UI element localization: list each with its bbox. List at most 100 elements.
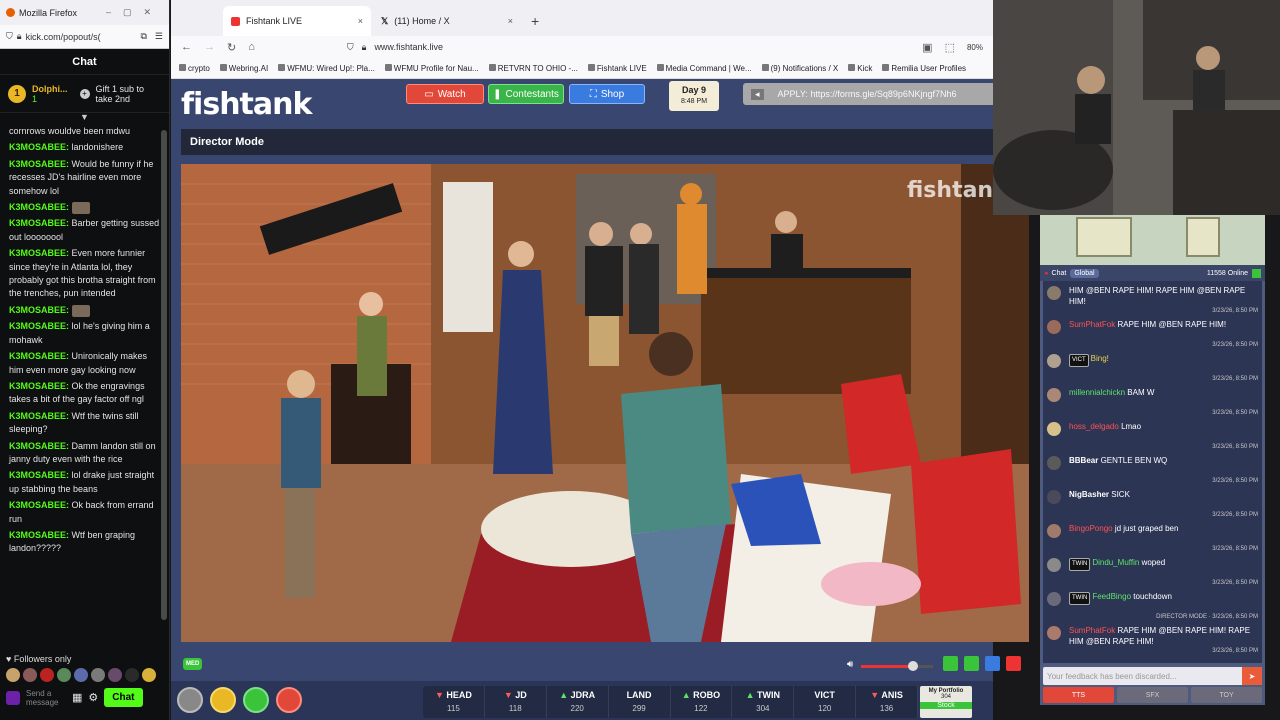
bookmark-item[interactable]: (9) Notifications / X [761,63,838,73]
emote-icon[interactable] [108,668,122,682]
send-icon[interactable]: ➤ [1242,667,1262,685]
emote-icon[interactable] [40,668,54,682]
contestant-tile-land[interactable]: LAND 299 [609,686,671,718]
message-username[interactable]: K3MOSABEE: [9,305,69,315]
back-icon[interactable]: ← [181,41,192,53]
contestant-tile-twin[interactable]: ▲ TWIN 304 [732,686,795,718]
avatar[interactable] [1047,388,1061,402]
fullscreen-icon[interactable] [985,656,1000,671]
arrow-left-icon[interactable]: ◂ [751,88,764,100]
message-username[interactable]: K3MOSABEE: [9,202,69,212]
bookmark-item[interactable]: WFMU Profile for Nau... [384,63,479,73]
missile-icon[interactable] [276,687,302,713]
mic-icon[interactable] [6,690,20,705]
emote-icon[interactable] [142,668,156,682]
forward-icon[interactable]: → [204,41,215,53]
message-username[interactable]: BBBear [1069,456,1098,465]
kick-scrollbar[interactable] [161,130,167,620]
message-username[interactable]: K3MOSABEE: [9,441,69,451]
message-username[interactable]: K3MOSABEE: [9,351,69,361]
volume-icon[interactable]: 🔊︎ [847,659,853,670]
bookmark-item[interactable]: crypto [179,63,210,73]
kick-urlbar[interactable]: ⛉ 🔒︎ kick.com/popout/s( ⧉ ☰ [0,25,169,49]
screenshot-icon[interactable] [943,656,958,671]
message-username[interactable]: K3MOSABEE: [9,530,69,540]
tab-x[interactable]: 𝕏 (11) Home / X × [373,6,521,36]
volume-slider-handle[interactable] [907,661,918,671]
cast-icon[interactable] [964,656,979,671]
message-username[interactable]: millennialchickn [1069,388,1125,397]
avatar[interactable] [1047,456,1061,470]
chat-input[interactable]: Your feedback has been discarded... ➤ [1043,667,1262,685]
toy-button[interactable]: TOY [1191,687,1262,703]
extension-icon[interactable]: ▣ [922,41,932,54]
users-icon[interactable] [1252,268,1261,278]
message-username[interactable]: K3MOSABEE: [9,321,69,331]
bookmark-item[interactable]: Kick [848,63,872,73]
emote-icon[interactable] [57,668,71,682]
watch-button[interactable]: ▭ Watch [406,84,484,104]
tab-fishtank[interactable]: Fishtank LIVE × [223,6,371,36]
emote-icon[interactable] [23,668,37,682]
coins-icon[interactable] [210,687,236,713]
apply-banner[interactable]: ◂ APPLY: https://forms.gle/Sq89p6NKjngf7… [743,83,993,105]
volume-slider[interactable] [861,661,933,671]
items-icon[interactable] [243,687,269,713]
zoom-level[interactable]: 80% [967,43,983,52]
store-icon[interactable]: ▦ [72,691,82,704]
avatar[interactable] [1047,626,1061,640]
message-username[interactable]: BingoPongo [1069,524,1113,533]
contestants-button[interactable]: ❚ Contestants [488,84,564,104]
message-username[interactable]: K3MOSABEE: [9,381,69,391]
bookmark-item[interactable]: Remilia User Profiles [882,63,966,73]
portfolio-widget[interactable]: My Portfolio 304 Stock [920,686,972,718]
close-tab-icon[interactable]: × [508,16,513,26]
new-tab-button[interactable]: + [523,6,547,36]
quality-badge[interactable]: MED [183,658,203,670]
tab-global[interactable]: Global [1070,268,1099,278]
message-username[interactable]: Dindu_Muffin [1092,558,1139,567]
avatar[interactable] [1047,354,1061,368]
contestant-tile-anis[interactable]: ▼ ANIS 136 [856,686,918,718]
contestant-tile-head[interactable]: ▼ HEAD 115 [423,686,485,718]
menu-icon[interactable]: ☰ [155,31,163,42]
emote-icon[interactable] [6,668,20,682]
avatar[interactable] [1047,320,1061,334]
emote-icon[interactable] [125,668,139,682]
emote-icon[interactable] [91,668,105,682]
emote-row[interactable] [0,668,170,682]
tts-button[interactable]: TTS [1043,687,1114,703]
send-message-input[interactable]: Send a message [26,689,66,707]
gift-sub-text[interactable]: Gift 1 sub to take 2nd [96,84,146,104]
avatar[interactable] [1047,558,1061,572]
settings-icon[interactable]: ⚙ [88,691,98,704]
message-username[interactable]: hoss_delgado [1069,422,1119,431]
window-controls[interactable]: –▢✕ [106,7,163,18]
fishtank-logo[interactable]: fishtank [181,87,312,122]
emote-icon[interactable] [74,668,88,682]
chat-input-placeholder[interactable]: Your feedback has been discarded... [1047,672,1177,681]
avatar[interactable] [1047,286,1061,300]
address-bar[interactable]: ⛉ 🔒︎ www.fishtank.live [347,38,910,56]
sfx-button[interactable]: SFX [1117,687,1188,703]
save-icon[interactable]: ⬚ [945,41,955,54]
scroll-down-icon[interactable]: ▼ [0,113,169,122]
contestant-tile-jd[interactable]: ▼ JD 118 [485,686,547,718]
message-username[interactable]: K3MOSABEE: [9,218,69,228]
shop-button[interactable]: ⛶ Shop [569,84,645,104]
message-username[interactable]: SumPhatFok [1069,626,1115,635]
message-username[interactable]: K3MOSABEE: [9,142,69,152]
contestant-tile-vict[interactable]: VICT 120 [794,686,857,718]
settings-icon[interactable] [177,687,203,713]
add-icon[interactable]: + [79,88,90,99]
bookmark-item[interactable]: Fishtank LIVE [587,63,647,73]
message-username[interactable]: SumPhatFok [1069,320,1115,329]
message-username[interactable]: K3MOSABEE: [9,248,69,258]
contestant-tile-jdra[interactable]: ▲ JDRA 220 [547,686,609,718]
bookmark-item[interactable]: Media Command | We... [656,63,752,73]
message-username[interactable]: Bing! [1091,354,1109,363]
bookmark-item[interactable]: WFMU: Wired Up!: Pla... [278,63,375,73]
live-video-feed[interactable]: fishtank [181,164,1029,642]
reload-icon[interactable]: ↻ [227,41,236,54]
close-tab-icon[interactable]: × [358,16,363,26]
